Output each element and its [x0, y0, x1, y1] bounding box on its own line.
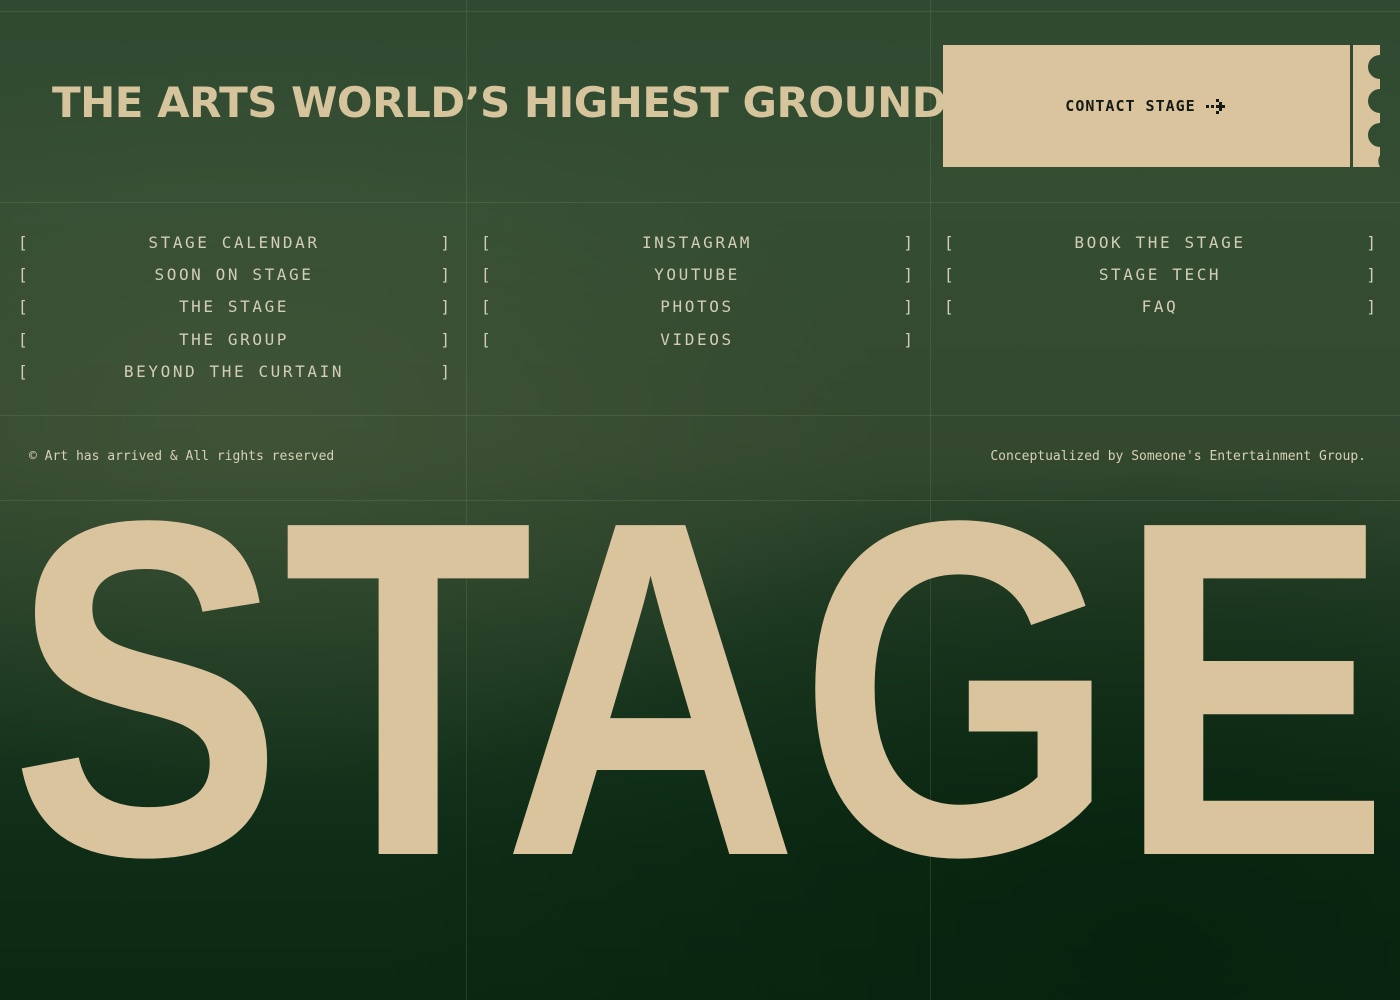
bracket-close: ] — [1366, 265, 1376, 285]
nav-link-label: THE GROUP — [178, 329, 290, 349]
nav-link-the-stage[interactable]: [ THE STAGE ] — [18, 291, 450, 323]
nav-link-label: STAGE TECH — [1098, 265, 1222, 285]
nav-link-label: VIDEOS — [660, 329, 734, 349]
nav-link-beyond-the-curtain[interactable]: [ BEYOND THE CURTAIN ] — [18, 356, 450, 388]
nav-column-programme: [ STAGE CALENDAR ] [ SOON ON STAGE ] [ T… — [18, 226, 450, 388]
nav-column-services: [ BOOK THE STAGE ] [ STAGE TECH ] [ FAQ … — [944, 226, 1376, 323]
bracket-open: [ — [18, 265, 28, 285]
grid-line-horizontal — [0, 202, 1400, 203]
ticket-stub-edge — [1353, 45, 1380, 167]
nav-link-instagram[interactable]: [ INSTAGRAM ] — [481, 226, 913, 258]
nav-link-label: YOUTUBE — [654, 265, 740, 285]
contact-ticket: CONTACT STAGE — [943, 45, 1380, 167]
bracket-open: [ — [944, 265, 954, 285]
nav-link-stage-calendar[interactable]: [ STAGE CALENDAR ] — [18, 226, 450, 258]
nav-link-label: STAGE CALENDAR — [148, 232, 320, 252]
bracket-close: ] — [440, 265, 450, 285]
nav-link-label: PHOTOS — [660, 297, 734, 317]
nav-link-the-group[interactable]: [ THE GROUP ] — [18, 323, 450, 355]
credit-text: Conceptualized by Someone's Entertainmen… — [990, 449, 1366, 464]
bracket-open: [ — [944, 232, 954, 252]
bracket-close: ] — [903, 265, 913, 285]
bracket-open: [ — [481, 265, 491, 285]
copyright-text: © Art has arrived & All rights reserved — [29, 449, 335, 464]
bracket-open: [ — [481, 329, 491, 349]
page-headline: THE ARTS WORLD’S HIGHEST GROUND — [52, 78, 947, 127]
pixel-arrow-right-icon — [1205, 99, 1225, 114]
nav-link-label: BEYOND THE CURTAIN — [123, 362, 345, 382]
bracket-open: [ — [481, 297, 491, 317]
grid-line-horizontal — [0, 11, 1400, 12]
bracket-close: ] — [440, 232, 450, 252]
contact-stage-button[interactable]: CONTACT STAGE — [943, 45, 1350, 167]
bracket-open: [ — [18, 297, 28, 317]
grid-line-horizontal — [0, 415, 1400, 416]
hero-word: STAGE — [10, 470, 1390, 890]
page: THE ARTS WORLD’S HIGHEST GROUND CONTACT … — [0, 0, 1400, 1000]
nav-link-label: BOOK THE STAGE — [1074, 232, 1246, 252]
bracket-close: ] — [1366, 232, 1376, 252]
nav-link-label: SOON ON STAGE — [154, 265, 314, 285]
nav-link-videos[interactable]: [ VIDEOS ] — [481, 323, 913, 355]
hero-wordmark: STAGE — [10, 470, 1390, 890]
bracket-close: ] — [903, 232, 913, 252]
bracket-close: ] — [903, 329, 913, 349]
nav-link-label: INSTAGRAM — [641, 232, 753, 252]
bracket-close: ] — [440, 329, 450, 349]
bracket-open: [ — [481, 232, 491, 252]
nav-link-faq[interactable]: [ FAQ ] — [944, 291, 1376, 323]
nav-column-social: [ INSTAGRAM ] [ YOUTUBE ] [ PHOTOS ] [ V… — [481, 226, 913, 356]
bracket-open: [ — [18, 329, 28, 349]
nav-link-book-the-stage[interactable]: [ BOOK THE STAGE ] — [944, 226, 1376, 258]
bracket-close: ] — [1366, 297, 1376, 317]
nav-link-label: FAQ — [1141, 297, 1179, 317]
nav-link-photos[interactable]: [ PHOTOS ] — [481, 291, 913, 323]
nav-link-label: THE STAGE — [178, 297, 290, 317]
contact-stage-label: CONTACT STAGE — [1065, 97, 1196, 115]
bracket-close: ] — [440, 297, 450, 317]
bracket-close: ] — [903, 297, 913, 317]
bracket-open: [ — [18, 232, 28, 252]
nav-link-stage-tech[interactable]: [ STAGE TECH ] — [944, 258, 1376, 290]
bracket-open: [ — [18, 362, 28, 382]
nav-link-youtube[interactable]: [ YOUTUBE ] — [481, 258, 913, 290]
bracket-open: [ — [944, 297, 954, 317]
bracket-close: ] — [440, 362, 450, 382]
nav-link-soon-on-stage[interactable]: [ SOON ON STAGE ] — [18, 258, 450, 290]
